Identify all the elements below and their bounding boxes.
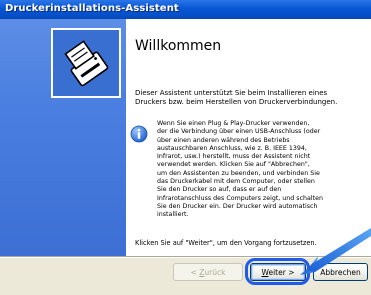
info-line: Sie den Drucker so auf, dass er auf den	[157, 186, 282, 194]
wizard-window: Druckerinstallations-Assistent Willkomme…	[0, 0, 371, 295]
info-line: Infrarot, usw.) herstellt, muss der Assi…	[157, 153, 311, 161]
info-line: verwendet werden. Klicken Sie auf "Abbre…	[157, 161, 310, 169]
info-line: austauschbaren Anschluss, wie z. B. IEEE…	[157, 144, 307, 152]
page-title: Willkommen	[135, 38, 222, 54]
title-bar[interactable]: Druckerinstallations-Assistent	[0, 0, 371, 19]
info-line: der die Verbindung über einen USB-Anschl…	[157, 128, 321, 136]
info-line: Infrarotanschluss des Computers zeigt, u…	[157, 194, 323, 202]
info-line: das Druckerkabel mit dem Computer, oder …	[157, 178, 315, 186]
back-button[interactable]: < Zurück	[173, 263, 243, 281]
info-line: Wenn Sie einen Plug & Play-Drucker verwe…	[157, 120, 310, 127]
printer-wizard-icon	[51, 28, 121, 98]
window-title: Druckerinstallations-Assistent	[5, 3, 179, 14]
wizard-side-panel	[0, 19, 126, 256]
pointer-arrow-icon	[300, 228, 371, 275]
info-line: um den Assistenten zu beenden, und verbi…	[157, 169, 320, 177]
intro-text: Dieser Assistent unterstützt Sie beim In…	[135, 89, 338, 106]
info-line: über einen anderen während des Betriebs	[157, 136, 290, 144]
info-line: Sie den Drucker ein. Der Drucker wird au…	[157, 202, 318, 210]
info-text: Wenn Sie einen Plug & Play-Drucker verwe…	[157, 120, 369, 220]
wizard-content: Willkommen Dieser Assistent unterstützt …	[126, 19, 371, 256]
info-icon	[130, 125, 148, 143]
info-line: installiert.	[157, 211, 189, 219]
